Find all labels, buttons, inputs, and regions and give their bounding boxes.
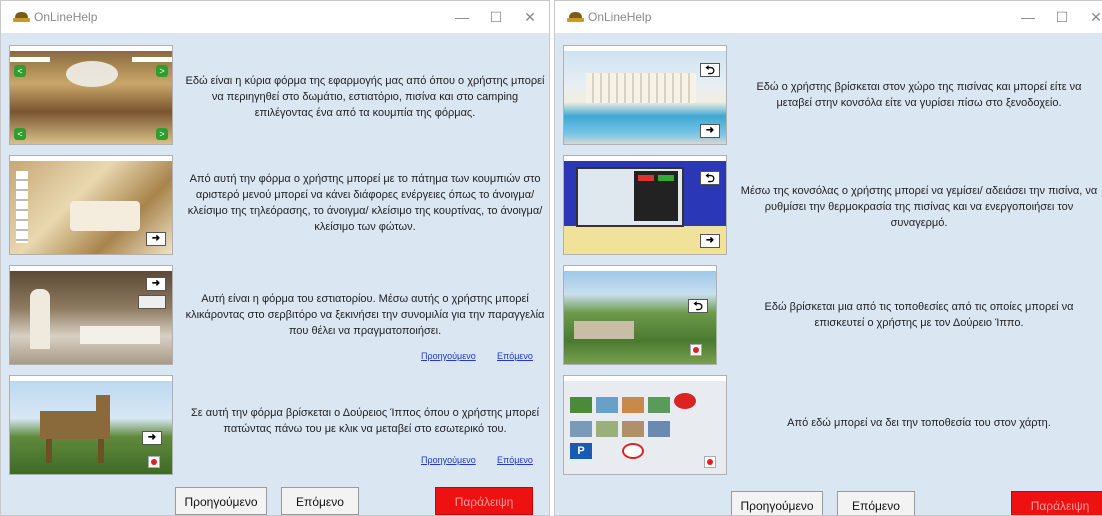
next-button[interactable]: Επόμενο [837, 491, 915, 515]
skip-button[interactable]: Παράλειψη [1011, 491, 1102, 515]
help-row-pool-form: ⮌ ➜ Εδώ ο χρήστης βρίσκεται στον χώρο τη… [555, 39, 1102, 149]
skip-button[interactable]: Παράλειψη [435, 487, 533, 515]
window-title: OnLineHelp [34, 10, 98, 24]
row-description: Μέσω της κονσόλας ο χρήστης μπορεί να γε… [740, 185, 1098, 229]
help-row-location-form: ⮌ Εδώ βρίσκεται μια από τις τοποθεσίες α… [555, 259, 1102, 369]
title-bar: OnLineHelp — ☐ ✕ [555, 1, 1102, 33]
main-form-screenshot: < > < > [9, 45, 173, 145]
maximize-icon[interactable]: ☐ [481, 7, 511, 27]
help-row-trojan-horse-form: ➜ Σε αυτή την φόρμα βρίσκεται ο Δούρειος… [1, 369, 549, 479]
help-row-map-form: P Από εδώ μπορεί να δει την τοποθεσία το… [555, 369, 1102, 479]
next-button[interactable]: Επόμενο [281, 487, 359, 515]
row-description: Από εδώ μπορεί να δει την τοποθεσία του … [787, 417, 1051, 429]
close-icon[interactable]: ✕ [515, 7, 545, 27]
title-bar: OnLineHelp — ☐ ✕ [1, 1, 549, 33]
row-description: Εδώ ο χρήστης βρίσκεται στον χώρο της πι… [756, 81, 1082, 109]
row-description: Από αυτή την φόρμα ο χρήστης μπορεί με τ… [187, 173, 543, 233]
location-form-screenshot: ⮌ [563, 265, 717, 365]
minimize-icon[interactable]: — [1013, 7, 1043, 27]
row-description: Αυτή είναι η φόρμα του εστιατορίου. Μέσω… [185, 293, 545, 337]
prev-link[interactable]: Προηγούμενο [421, 455, 476, 465]
console-form-screenshot: ⮌ ➜ [563, 155, 727, 255]
next-link[interactable]: Επόμενο [497, 351, 533, 361]
row-description: Εδώ βρίσκεται μια από τις τοποθεσίες από… [764, 301, 1074, 329]
minimize-icon[interactable]: — [447, 7, 477, 27]
previous-button[interactable]: Προηγούμενο [175, 487, 267, 515]
next-link[interactable]: Επόμενο [497, 455, 533, 465]
app-hat-icon [13, 12, 30, 22]
prev-link[interactable]: Προηγούμενο [421, 351, 476, 361]
row-description: Εδώ είναι η κύρια φόρμα της εφαρμογής μα… [185, 75, 545, 119]
maximize-icon[interactable]: ☐ [1047, 7, 1077, 27]
pool-form-screenshot: ⮌ ➜ [563, 45, 727, 145]
map-form-screenshot: P [563, 375, 727, 475]
help-row-main-form: < > < > Εδώ είναι η κύρια φόρμα της εφαρ… [1, 39, 549, 149]
room-form-screenshot: ➜ [9, 155, 173, 255]
row-description: Σε αυτή την φόρμα βρίσκεται ο Δούρειος Ί… [190, 407, 540, 435]
onlinehelp-window-left: OnLineHelp — ☐ ✕ < > < > Εδώ είναι η κύρ… [0, 0, 550, 516]
help-row-restaurant-form: ➜ Αυτή είναι η φόρμα του εστιατορίου. Μέ… [1, 259, 549, 369]
help-row-room-form: ➜ Από αυτή την φόρμα ο χρήστης μπορεί με… [1, 149, 549, 259]
restaurant-form-screenshot: ➜ [9, 265, 173, 365]
trojan-horse-form-screenshot: ➜ [9, 375, 173, 475]
help-row-console-form: ⮌ ➜ Μέσω της κονσόλας ο χρήστης μπορεί ν… [555, 149, 1102, 259]
close-icon[interactable]: ✕ [1081, 7, 1102, 27]
app-hat-icon [567, 12, 584, 22]
onlinehelp-window-right: OnLineHelp — ☐ ✕ ⮌ ➜ Εδώ ο χρήστης βρίσκ… [554, 0, 1102, 516]
window-title: OnLineHelp [588, 10, 652, 24]
previous-button[interactable]: Προηγούμενο [731, 491, 823, 515]
